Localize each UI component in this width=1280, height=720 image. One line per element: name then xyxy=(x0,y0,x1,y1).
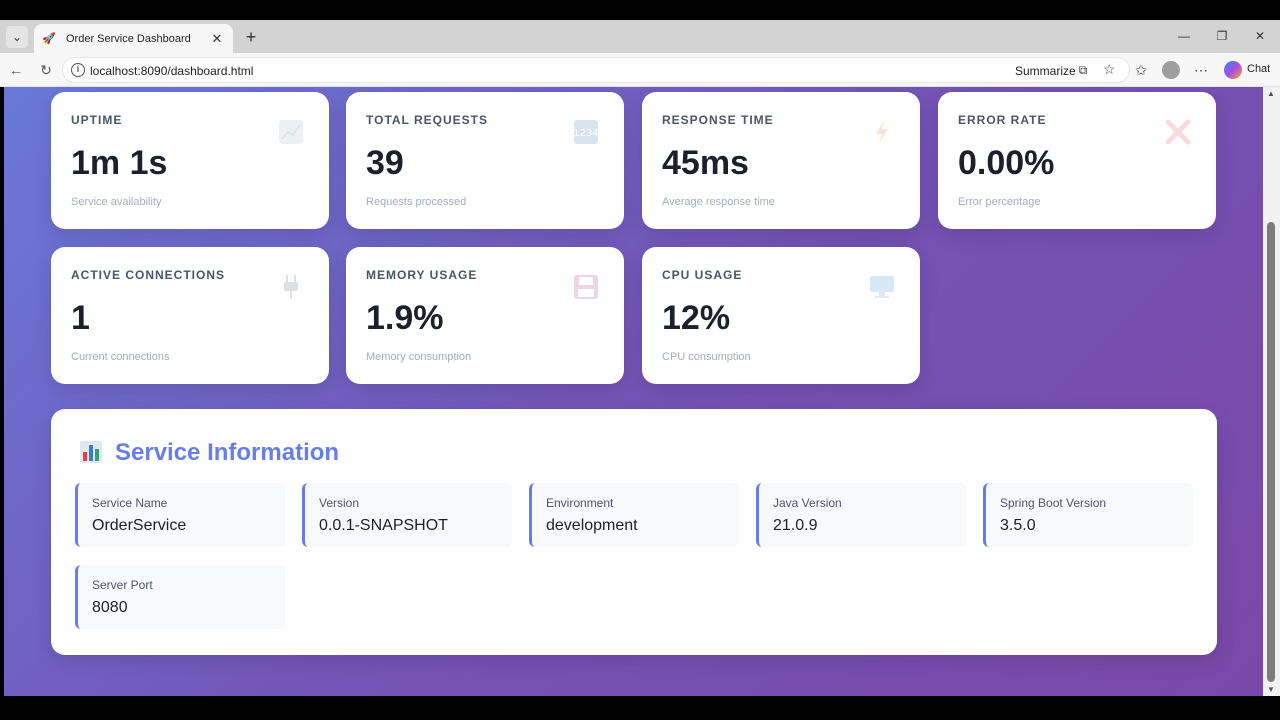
metric-description: Error percentage xyxy=(958,196,1041,208)
metric-value: 12% xyxy=(662,299,731,337)
browser-toolbar: ← ↻ i localhost:8090/dashboard.html Summ… xyxy=(0,53,1280,87)
info-item-version: Version 0.0.1-SNAPSHOT xyxy=(302,483,512,547)
info-value: 8080 xyxy=(92,599,128,616)
metric-card-memory-usage: MEMORY USAGE 1.9% Memory consumption xyxy=(346,247,624,384)
tab-list-dropdown-icon[interactable]: ⌄ xyxy=(6,26,28,48)
metric-description: Requests processed xyxy=(366,196,467,208)
metric-description: CPU consumption xyxy=(662,351,751,363)
bar-chart-icon xyxy=(80,441,102,463)
metric-label: MEMORY USAGE xyxy=(366,268,478,282)
info-value: 0.0.1-SNAPSHOT xyxy=(319,517,448,534)
metric-card-uptime: UPTIME 1m 1s Service availability xyxy=(51,92,329,229)
info-label: Version xyxy=(319,496,360,510)
back-icon[interactable]: ← xyxy=(6,60,26,80)
info-item-java-version: Java Version 21.0.9 xyxy=(756,483,966,547)
svg-text:1234: 1234 xyxy=(573,128,598,139)
site-info-icon[interactable]: i xyxy=(71,63,85,77)
numbers-icon: 1234 xyxy=(573,120,599,144)
reload-icon[interactable]: ↻ xyxy=(36,60,56,80)
info-value: development xyxy=(546,517,638,534)
metric-card-active-connections: ACTIVE CONNECTIONS 1 Current connections xyxy=(51,247,329,384)
cross-icon xyxy=(1165,119,1191,145)
info-value: 3.5.0 xyxy=(1000,517,1036,534)
tab-title: Order Service Dashboard xyxy=(66,32,191,45)
chat-label[interactable]: Chat xyxy=(1247,63,1270,75)
url-text: localhost:8090/dashboard.html xyxy=(90,64,254,78)
metric-value: 0.00% xyxy=(958,144,1055,182)
more-menu-icon[interactable]: ⋯ xyxy=(1191,60,1211,80)
profile-avatar[interactable] xyxy=(1162,61,1180,79)
info-item-server-port: Server Port 8080 xyxy=(75,565,285,629)
page-scrollbar[interactable]: ▲ ▼ xyxy=(1263,87,1280,696)
screen-top-bar xyxy=(0,0,1280,20)
metric-label: ERROR RATE xyxy=(958,113,1047,127)
metric-value: 1.9% xyxy=(366,299,444,337)
summarize-icon[interactable]: ⧉ xyxy=(1075,62,1091,78)
monitor-icon xyxy=(870,276,894,298)
tab-close-icon[interactable]: ✕ xyxy=(209,31,225,47)
metric-value: 45ms xyxy=(662,144,749,182)
info-label: Service Name xyxy=(92,496,168,510)
info-label: Environment xyxy=(546,496,614,510)
info-label: Server Port xyxy=(92,578,153,592)
info-item-environment: Environment development xyxy=(529,483,739,547)
metric-card-total-requests: TOTAL REQUESTS 39 Requests processed 123… xyxy=(346,92,624,229)
metric-card-cpu-usage: CPU USAGE 12% CPU consumption xyxy=(642,247,920,384)
window-close-icon[interactable]: ✕ xyxy=(1250,26,1270,46)
scroll-thumb[interactable] xyxy=(1267,222,1275,682)
metric-label: RESPONSE TIME xyxy=(662,113,774,127)
favorites-icon[interactable]: ✩ xyxy=(1131,60,1151,80)
address-bar[interactable]: i localhost:8090/dashboard.html Summariz… xyxy=(62,57,1130,83)
info-value: OrderService xyxy=(92,517,187,534)
metric-label: TOTAL REQUESTS xyxy=(366,113,489,127)
scroll-up-icon[interactable]: ▲ xyxy=(1267,89,1275,98)
metric-card-error-rate: ERROR RATE 0.00% Error percentage xyxy=(938,92,1216,229)
minimize-icon[interactable]: — xyxy=(1174,26,1194,46)
metric-description: Service availability xyxy=(71,196,162,208)
info-label: Java Version xyxy=(773,496,842,510)
section-title: Service Information xyxy=(115,439,340,466)
page-viewport: UPTIME 1m 1s Service availability TOTAL … xyxy=(4,87,1263,696)
metric-label: UPTIME xyxy=(71,113,123,127)
metric-card-response-time: RESPONSE TIME 45ms Average response time xyxy=(642,92,920,229)
plug-icon xyxy=(284,275,298,299)
scroll-down-icon[interactable]: ▼ xyxy=(1267,685,1275,694)
chart-up-icon xyxy=(279,120,303,144)
metric-label: CPU USAGE xyxy=(662,268,743,282)
metric-value: 39 xyxy=(366,144,404,182)
service-information-panel: Service Information Service Name OrderSe… xyxy=(51,409,1217,655)
floppy-disk-icon xyxy=(574,275,598,299)
metric-description: Current connections xyxy=(71,351,170,363)
info-value: 21.0.9 xyxy=(773,517,818,534)
copilot-icon[interactable] xyxy=(1224,61,1242,79)
lightning-icon xyxy=(876,120,888,144)
info-label: Spring Boot Version xyxy=(1000,496,1107,510)
favicon-icon: 🚀 xyxy=(42,32,56,45)
browser-tab-active[interactable]: 🚀 Order Service Dashboard ✕ xyxy=(34,24,233,53)
info-item-service-name: Service Name OrderService xyxy=(75,483,285,547)
metric-label: ACTIVE CONNECTIONS xyxy=(71,268,226,282)
metric-description: Average response time xyxy=(662,196,775,208)
favorite-star-icon[interactable]: ☆ xyxy=(1103,61,1116,78)
restore-icon[interactable]: ❐ xyxy=(1212,26,1232,46)
metric-value: 1m 1s xyxy=(71,144,168,182)
new-tab-icon[interactable]: + xyxy=(240,26,262,48)
summarize-label[interactable]: Summarize xyxy=(1015,64,1076,78)
browser-tab-strip: ⌄ 🚀 Order Service Dashboard ✕ + — ❐ ✕ xyxy=(0,20,1280,53)
metric-value: 1 xyxy=(71,299,90,337)
metric-description: Memory consumption xyxy=(366,351,472,363)
screen-bottom-bar xyxy=(0,696,1280,720)
info-item-spring-boot-version: Spring Boot Version 3.5.0 xyxy=(983,483,1193,547)
